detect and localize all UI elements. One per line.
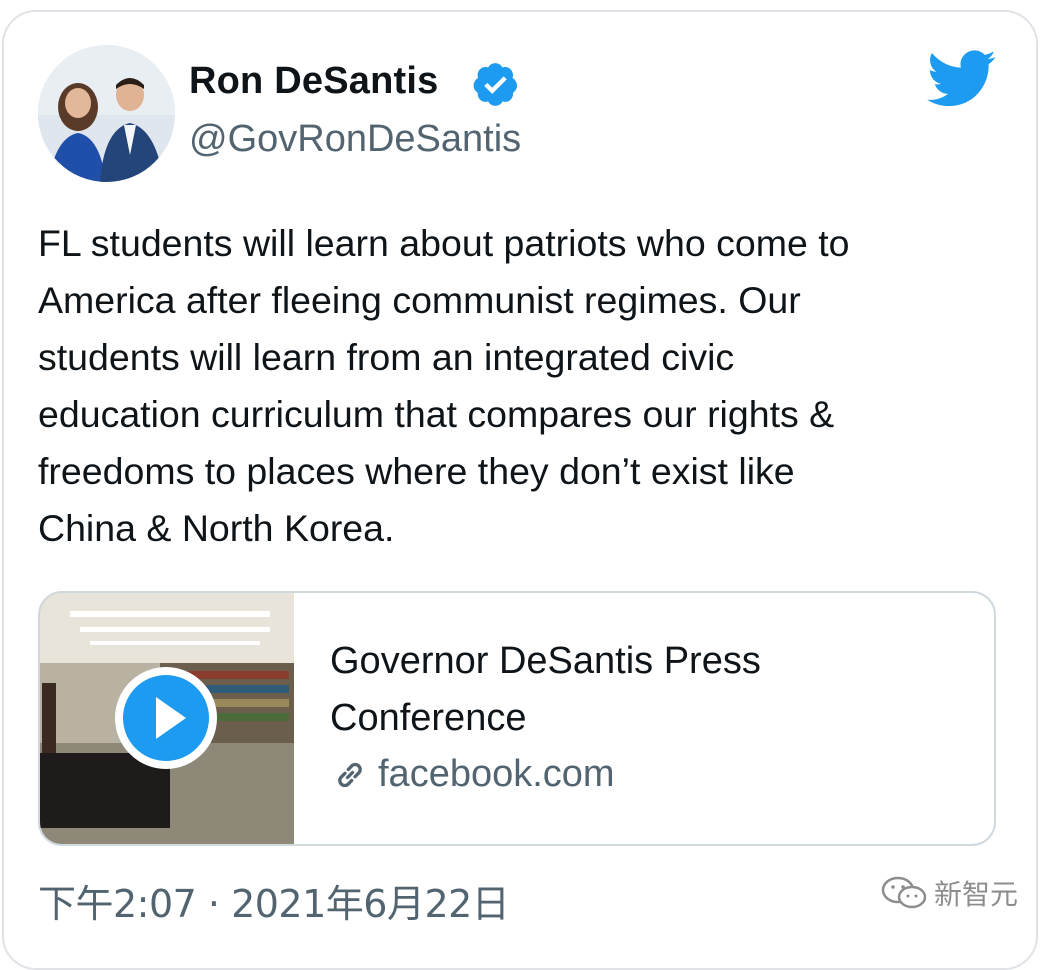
link-card-domain-row: facebook.com: [330, 753, 615, 796]
link-preview-card[interactable]: Governor DeSantis Press Conference faceb…: [38, 591, 996, 846]
tweet-text-line: FL students will learn about patriots wh…: [38, 222, 850, 264]
tweet-timestamp[interactable]: 下午2:07 · 2021年6月22日: [38, 873, 510, 928]
avatar[interactable]: [38, 45, 175, 182]
tweet-text: FL students will learn about patriots wh…: [38, 215, 1018, 557]
author-name[interactable]: Ron DeSantis: [189, 60, 438, 103]
watermark-text: 新智元: [934, 878, 1019, 911]
watermark: 新智元: [880, 873, 1018, 913]
avatar-photo: [38, 45, 175, 182]
link-card-domain: facebook.com: [378, 753, 615, 795]
tweet-text-line: America after fleeing communist regimes.…: [38, 279, 801, 321]
author-handle[interactable]: @GovRonDeSantis: [189, 118, 521, 161]
tweet-text-line: students will learn from an integrated c…: [38, 336, 735, 378]
link-card-title-line: Governor DeSantis Press: [330, 640, 761, 682]
tweet-text-line: education curriculum that compares our r…: [38, 393, 835, 435]
play-icon[interactable]: [115, 667, 217, 769]
video-thumbnail[interactable]: [40, 593, 294, 844]
tweet-text-line: China & North Korea.: [38, 507, 395, 549]
link-icon: [338, 762, 362, 787]
link-card-title: Governor DeSantis Press Conference: [330, 633, 970, 747]
verified-badge-icon: [473, 63, 518, 106]
wechat-icon: [881, 876, 927, 909]
link-card-title-line: Conference: [330, 697, 527, 739]
tweet-text-line: freedoms to places where they don’t exis…: [38, 450, 795, 492]
twitter-bird-icon[interactable]: [927, 50, 997, 108]
